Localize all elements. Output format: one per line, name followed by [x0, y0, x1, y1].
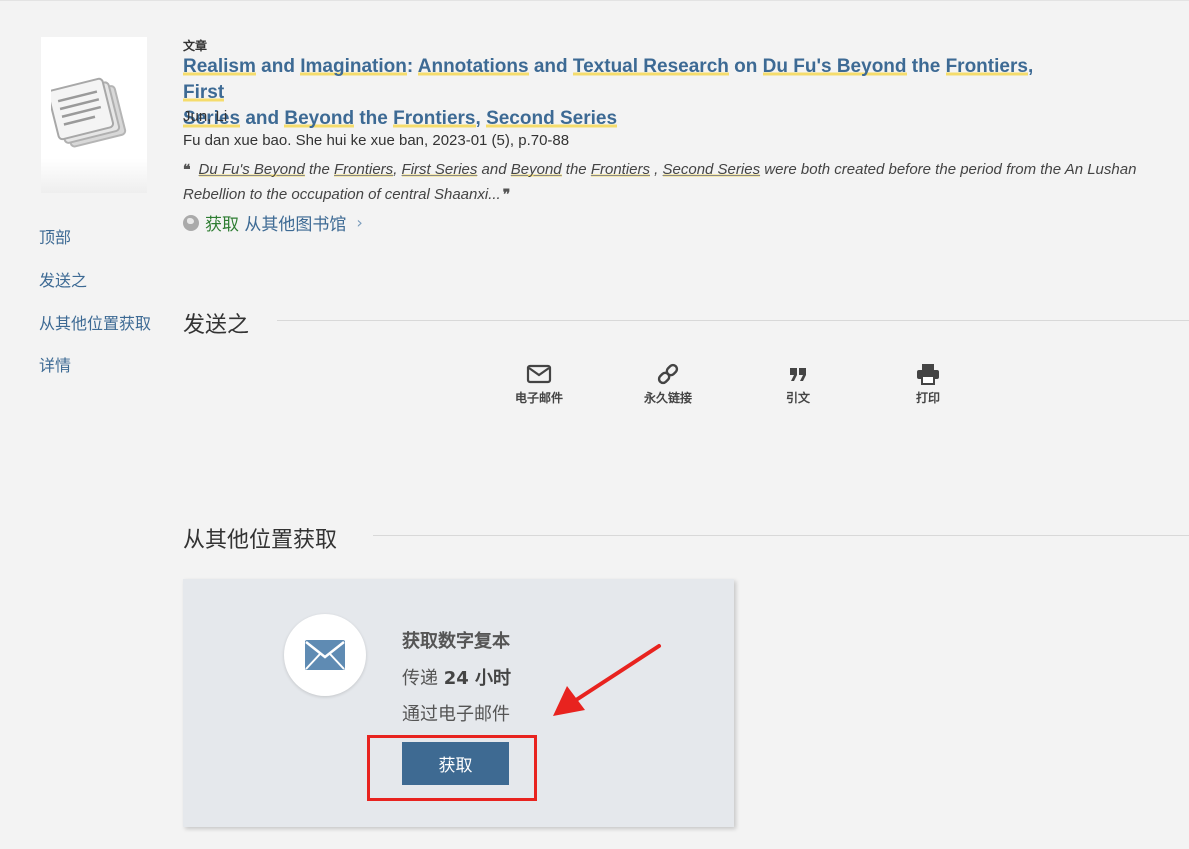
chevron-right-icon: ›: [356, 213, 363, 232]
open-quote-icon: ❝: [183, 161, 191, 177]
record-thumbnail[interactable]: [41, 37, 147, 193]
card-delivery-method: 通过电子邮件: [402, 704, 510, 725]
record-source: Fu dan xue bao. She hui ke xue ban, 2023…: [183, 132, 570, 149]
envelope-icon: [526, 364, 552, 384]
close-quote-icon: ❞: [502, 186, 511, 202]
print-action-button[interactable]: 打印: [888, 363, 968, 406]
permalink-action-label: 永久链接: [643, 391, 692, 405]
email-action-label: 电子邮件: [514, 391, 563, 405]
link-icon: [657, 363, 679, 385]
resource-type-label: 文章: [183, 39, 208, 53]
record-author: Jun, Li: [183, 108, 228, 125]
get-label: 获取: [205, 215, 239, 235]
citation-action-label: 引文: [785, 391, 810, 405]
annotation-arrow-icon: [553, 644, 661, 716]
card-icon-circle: [284, 614, 366, 696]
highlight-box: [367, 735, 537, 801]
nav-details[interactable]: 详情: [39, 352, 71, 376]
card-delivery-time: 传递 24 小时: [402, 668, 512, 689]
envelope-icon: [305, 640, 345, 670]
send-to-heading: 发送之: [183, 312, 250, 337]
get-elsewhere-divider: [373, 535, 1189, 536]
nav-get-elsewhere[interactable]: 从其他位置获取: [39, 310, 151, 334]
citation-action-button[interactable]: 引文: [758, 363, 838, 406]
get-from-other-library-link[interactable]: 获取 从其他图书馆 ›: [183, 210, 363, 235]
print-action-label: 打印: [915, 391, 940, 405]
document-icon: [51, 77, 127, 148]
quote-icon: [790, 368, 806, 381]
record-title[interactable]: Realism and Imagination: Annotations and…: [183, 54, 1063, 132]
send-to-divider: [277, 320, 1189, 321]
top-divider: [0, 0, 1189, 1]
permalink-action-button[interactable]: 永久链接: [628, 363, 708, 406]
globe-icon: [183, 214, 199, 231]
record-snippet: ❝ Du Fu's Beyond the Frontiers, First Ser…: [183, 161, 1137, 203]
nav-top[interactable]: 顶部: [39, 224, 71, 248]
email-action-button[interactable]: 电子邮件: [499, 363, 579, 406]
other-library-label: 从其他图书馆: [239, 215, 347, 235]
get-elsewhere-heading: 从其他位置获取: [183, 527, 338, 552]
printer-icon: [917, 364, 939, 385]
nav-send-to[interactable]: 发送之: [39, 267, 87, 291]
card-title: 获取数字复本: [402, 631, 510, 652]
